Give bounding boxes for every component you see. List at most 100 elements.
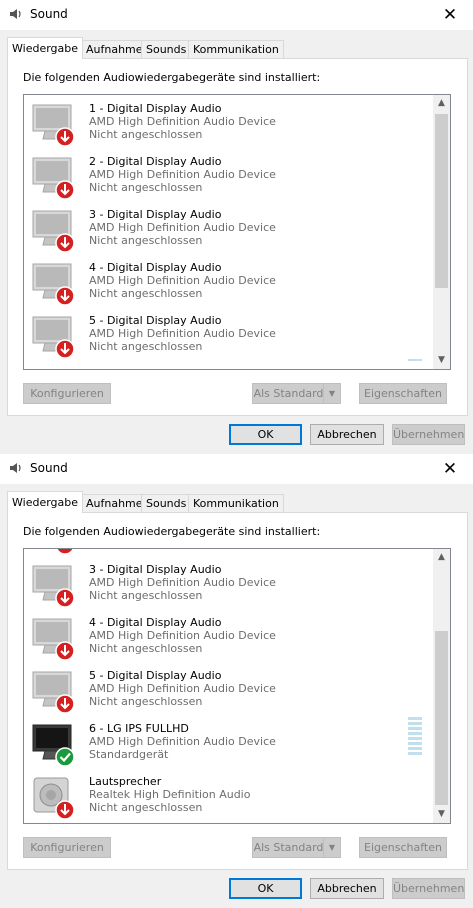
device-row[interactable]: Lautsprecher Realtek High Definition Aud… (24, 768, 432, 821)
device-row[interactable]: 5 - Digital Display Audio AMD High Defin… (24, 662, 432, 715)
device-name: 2 - Digital Display Audio (89, 155, 222, 168)
intro-label: Die folgenden Audiowiedergabegeräte sind… (23, 71, 321, 84)
set-default-label: Als Standard (253, 387, 324, 400)
device-row-partial (24, 549, 432, 556)
device-name: 4 - Digital Display Audio (89, 616, 222, 629)
device-name: 4 - Digital Display Audio (89, 261, 222, 274)
device-name: 6 - LG IPS FULLHD (89, 722, 189, 735)
device-row[interactable]: 6 - LG IPS FULLHD AMD High Definition Au… (24, 715, 432, 768)
window-title: Sound (30, 461, 68, 475)
configure-button[interactable]: Konfigurieren (23, 383, 111, 404)
device-status: Nicht angeschlossen (89, 642, 203, 655)
cancel-button[interactable]: Abbrechen (310, 424, 384, 445)
device-status: Nicht angeschlossen (89, 128, 203, 141)
scroll-thumb[interactable] (435, 114, 448, 288)
tab-wiedergabe[interactable]: Wiedergabe (7, 491, 84, 513)
device-status: Nicht angeschlossen (89, 340, 203, 353)
device-driver: AMD High Definition Audio Device (89, 682, 276, 695)
scroll-down-button[interactable]: ▼ (433, 352, 450, 369)
device-row[interactable]: 2 - Digital Display Audio AMD High Defin… (24, 148, 432, 201)
monitor-disconnected-icon (32, 316, 75, 359)
device-list[interactable]: 1 - Digital Display Audio AMD High Defin… (23, 94, 451, 370)
tab-aufnahme[interactable]: Aufnahme (81, 40, 148, 59)
apply-button[interactable]: Übernehmen (392, 878, 465, 899)
device-list[interactable]: 3 - Digital Display Audio AMD High Defin… (23, 548, 451, 824)
speaker-disconnected-icon (33, 777, 75, 820)
configure-button[interactable]: Konfigurieren (23, 837, 111, 858)
device-row[interactable]: 4 - Digital Display Audio AMD High Defin… (24, 254, 432, 307)
device-status: Nicht angeschlossen (89, 234, 203, 247)
speaker-app-icon (10, 463, 21, 473)
device-driver: AMD High Definition Audio Device (89, 576, 276, 589)
monitor-disconnected-icon (32, 104, 75, 147)
scroll-down-button[interactable]: ▼ (433, 806, 450, 823)
speaker-app-icon (10, 9, 21, 19)
device-driver: AMD High Definition Audio Device (89, 115, 276, 128)
tab-panel: Die folgenden Audiowiedergabegeräte sind… (7, 58, 468, 416)
device-driver: AMD High Definition Audio Device (89, 274, 276, 287)
tab-wiedergabe[interactable]: Wiedergabe (7, 37, 84, 59)
monitor-disconnected-icon (56, 549, 74, 555)
device-row[interactable]: 4 - Digital Display Audio AMD High Defin… (24, 609, 432, 662)
device-name: 1 - Digital Display Audio (89, 102, 222, 115)
device-status: Nicht angeschlossen (89, 801, 203, 814)
device-status: Nicht angeschlossen (89, 287, 203, 300)
window-title: Sound (30, 7, 68, 21)
scroll-up-button[interactable]: ▲ (433, 549, 450, 566)
device-driver: AMD High Definition Audio Device (89, 327, 276, 340)
level-meter-icon (408, 717, 422, 755)
device-driver: AMD High Definition Audio Device (89, 168, 276, 181)
properties-button[interactable]: Eigenschaften (359, 383, 447, 404)
properties-button[interactable]: Eigenschaften (359, 837, 447, 858)
monitor-disconnected-icon (32, 671, 75, 714)
tab-panel: Die folgenden Audiowiedergabegeräte sind… (7, 512, 468, 870)
set-default-button[interactable]: Als Standard ▼ (252, 383, 341, 404)
monitor-disconnected-icon (32, 263, 75, 306)
tab-aufnahme[interactable]: Aufnahme (81, 494, 148, 513)
set-default-button[interactable]: Als Standard ▼ (252, 837, 341, 858)
monitor-disconnected-icon (32, 618, 75, 661)
monitor-default-icon (32, 724, 75, 767)
chevron-down-icon[interactable]: ▼ (323, 384, 340, 403)
chevron-down-icon[interactable]: ▼ (323, 838, 340, 857)
close-button[interactable]: ✕ (427, 454, 473, 484)
device-driver: AMD High Definition Audio Device (89, 629, 276, 642)
ok-button[interactable]: OK (229, 424, 302, 445)
title-bar[interactable]: Sound ✕ (0, 0, 473, 30)
device-row[interactable]: 3 - Digital Display Audio AMD High Defin… (24, 201, 432, 254)
device-name: Lautsprecher (89, 775, 162, 788)
cancel-button[interactable]: Abbrechen (310, 878, 384, 899)
tab-kommunikation[interactable]: Kommunikation (188, 494, 284, 513)
vertical-scrollbar[interactable]: ▲ ▼ (433, 95, 450, 369)
close-button[interactable]: ✕ (427, 0, 473, 30)
monitor-disconnected-icon (32, 210, 75, 253)
scroll-up-button[interactable]: ▲ (433, 95, 450, 112)
level-meter-icon (408, 359, 422, 361)
device-status: Nicht angeschlossen (89, 181, 203, 194)
device-driver: Realtek High Definition Audio (89, 788, 251, 801)
device-name: 5 - Digital Display Audio (89, 669, 222, 682)
device-name: 5 - Digital Display Audio (89, 314, 222, 327)
device-name: 3 - Digital Display Audio (89, 563, 222, 576)
device-status: Nicht angeschlossen (89, 695, 203, 708)
scroll-thumb[interactable] (435, 631, 448, 805)
device-row[interactable]: 5 - Digital Display Audio AMD High Defin… (24, 307, 432, 361)
vertical-scrollbar[interactable]: ▲ ▼ (433, 549, 450, 823)
device-status: Standardgerät (89, 748, 169, 761)
ok-button[interactable]: OK (229, 878, 302, 899)
tab-kommunikation[interactable]: Kommunikation (188, 40, 284, 59)
device-driver: AMD High Definition Audio Device (89, 221, 276, 234)
tab-sounds[interactable]: Sounds (141, 40, 192, 59)
monitor-disconnected-icon (32, 157, 75, 200)
sound-dialog-1: Sound ✕ Wiedergabe Aufnahme Sounds Kommu… (0, 0, 473, 454)
apply-button[interactable]: Übernehmen (392, 424, 465, 445)
device-name: 3 - Digital Display Audio (89, 208, 222, 221)
device-row[interactable]: 3 - Digital Display Audio AMD High Defin… (24, 556, 432, 609)
intro-label: Die folgenden Audiowiedergabegeräte sind… (23, 525, 321, 538)
tab-sounds[interactable]: Sounds (141, 494, 192, 513)
device-status: Nicht angeschlossen (89, 589, 203, 602)
monitor-disconnected-icon (32, 565, 75, 608)
device-row[interactable]: 1 - Digital Display Audio AMD High Defin… (24, 95, 432, 148)
title-bar[interactable]: Sound ✕ (0, 454, 473, 484)
device-driver: AMD High Definition Audio Device (89, 735, 276, 748)
